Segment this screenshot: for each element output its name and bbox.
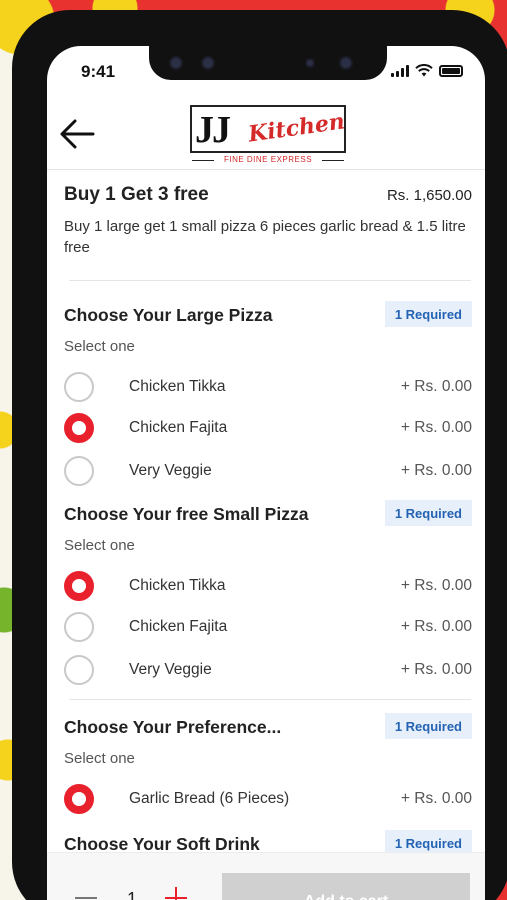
option-label: Garlic Bread (6 Pieces) xyxy=(129,790,290,807)
wifi-icon xyxy=(415,64,433,77)
cart-footer: 1 Add to cart xyxy=(47,852,485,900)
back-arrow-icon[interactable] xyxy=(57,117,97,151)
group-subtitle: Select one xyxy=(64,338,135,355)
status-icons xyxy=(391,64,463,77)
proximity-sensor-icon xyxy=(305,58,315,68)
group-subtitle: Select one xyxy=(64,750,135,767)
option-row[interactable]: Chicken Fajita + Rs. 0.00 xyxy=(64,413,472,445)
option-label: Chicken Tikka xyxy=(129,577,226,594)
option-price: + Rs. 0.00 xyxy=(400,462,472,479)
header: JJ Kitchen FINE DINE EXPRESS xyxy=(47,101,485,171)
option-row[interactable]: Very Veggie + Rs. 0.00 xyxy=(64,655,472,687)
front-camera-icon xyxy=(339,56,353,70)
radio-button-selected[interactable] xyxy=(64,571,94,601)
deal-price: Rs. 1,650.00 xyxy=(386,187,472,204)
section-divider xyxy=(69,699,471,700)
radio-button[interactable] xyxy=(64,372,94,402)
option-label: Chicken Tikka xyxy=(129,378,226,395)
option-row[interactable]: Chicken Fajita + Rs. 0.00 xyxy=(64,612,472,644)
add-to-cart-button[interactable]: Add to cart xyxy=(222,873,470,900)
quantity-value: 1 xyxy=(127,889,138,900)
status-time: 9:41 xyxy=(81,62,116,81)
phone-frame: 9:41 JJ Kitchen FINE DINE EXPRESS Buy 1 … xyxy=(12,10,507,900)
battery-icon xyxy=(439,65,463,77)
deal-summary: Buy 1 Get 3 free Rs. 1,650.00 Buy 1 larg… xyxy=(64,184,472,258)
option-price: + Rs. 0.00 xyxy=(400,378,472,395)
group-subtitle: Select one xyxy=(64,537,135,554)
option-row[interactable]: Garlic Bread (6 Pieces) + Rs. 0.00 xyxy=(64,784,472,816)
required-badge: 1 Required xyxy=(384,500,472,526)
radio-button-selected[interactable] xyxy=(64,413,94,443)
header-divider xyxy=(47,169,485,170)
option-label: Chicken Fajita xyxy=(129,419,228,436)
radio-button-selected[interactable] xyxy=(64,784,94,814)
option-price: + Rs. 0.00 xyxy=(400,577,472,594)
brand-logo: JJ Kitchen FINE DINE EXPRESS xyxy=(190,105,346,167)
app-screen: 9:41 JJ Kitchen FINE DINE EXPRESS Buy 1 … xyxy=(47,46,485,900)
radio-button[interactable] xyxy=(64,612,94,642)
option-group-preference: Choose Your Preference... 1 Required Sel… xyxy=(64,713,472,814)
logo-main-text: JJ xyxy=(195,109,231,151)
radio-button[interactable] xyxy=(64,655,94,685)
camera-icon xyxy=(169,56,183,70)
section-divider xyxy=(69,280,471,281)
option-label: Very Veggie xyxy=(129,661,212,678)
deal-description: Buy 1 large get 1 small pizza 6 pieces g… xyxy=(64,218,466,256)
option-row[interactable]: Very Veggie + Rs. 0.00 xyxy=(64,456,472,488)
option-price: + Rs. 0.00 xyxy=(400,790,472,807)
logo-script-text: Kitchen xyxy=(246,108,347,148)
decrease-quantity-button[interactable] xyxy=(75,897,97,899)
logo-tagline: FINE DINE EXPRESS xyxy=(190,155,346,164)
option-price: + Rs. 0.00 xyxy=(400,618,472,635)
increase-quantity-button[interactable] xyxy=(165,887,187,900)
required-badge: 1 Required xyxy=(384,301,472,327)
radio-button[interactable] xyxy=(64,456,94,486)
signal-icon xyxy=(391,65,409,77)
option-group-small-pizza: Choose Your free Small Pizza 1 Required … xyxy=(64,500,472,685)
option-row[interactable]: Chicken Tikka + Rs. 0.00 xyxy=(64,372,472,404)
option-label: Chicken Fajita xyxy=(129,618,228,635)
option-group-large-pizza: Choose Your Large Pizza 1 Required Selec… xyxy=(64,301,472,486)
sensor-icon xyxy=(201,56,215,70)
required-badge: 1 Required xyxy=(384,713,472,739)
option-price: + Rs. 0.00 xyxy=(400,661,472,678)
phone-notch xyxy=(149,46,387,80)
option-row[interactable]: Chicken Tikka + Rs. 0.00 xyxy=(64,571,472,603)
option-label: Very Veggie xyxy=(129,462,212,479)
option-price: + Rs. 0.00 xyxy=(400,419,472,436)
